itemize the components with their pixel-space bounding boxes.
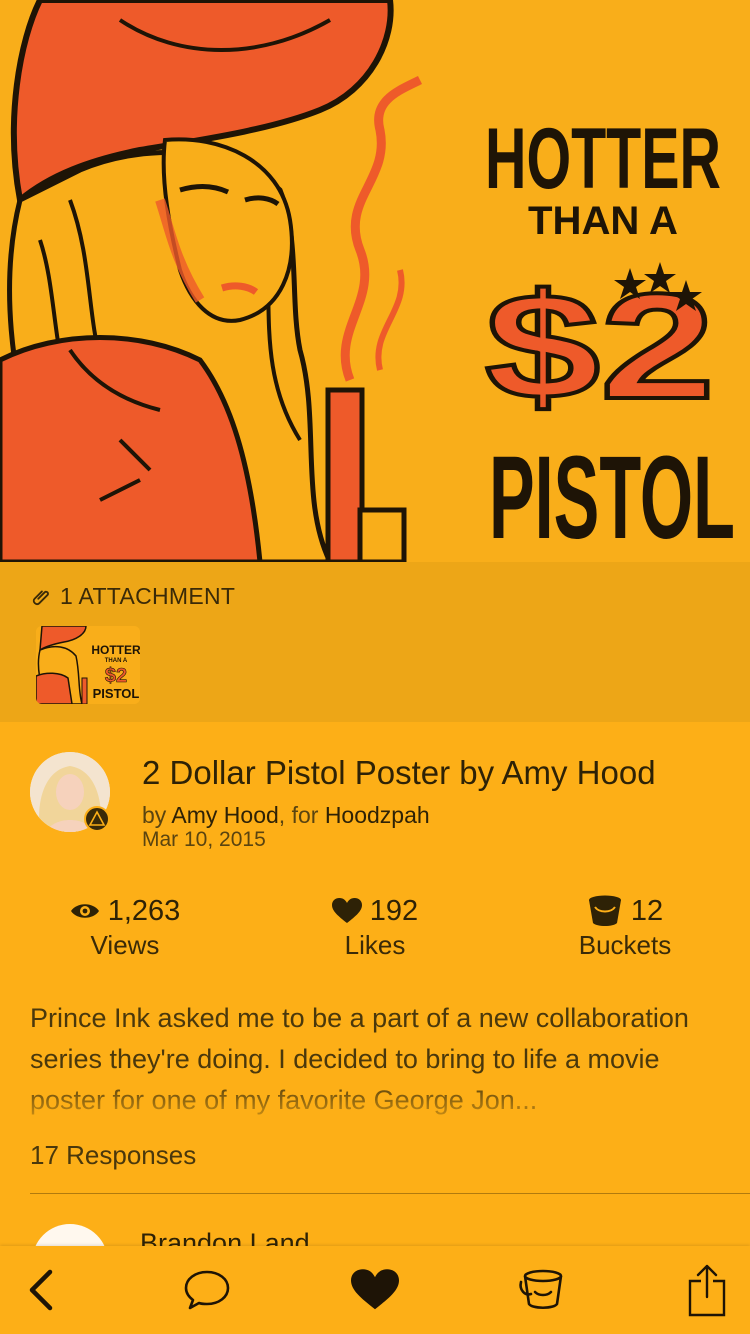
poster-text-pistol: PISTOL [489, 432, 735, 562]
svg-text:PISTOL: PISTOL [93, 686, 140, 701]
back-button[interactable] [6, 1246, 76, 1334]
buckets-count: 12 [630, 894, 664, 927]
for-prefix: , for [278, 802, 325, 828]
poster-text-than-a: THAN A [528, 199, 678, 243]
heart-icon [351, 1269, 399, 1310]
heart-icon [331, 898, 362, 923]
by-prefix: by [142, 802, 172, 828]
paperclip-icon [32, 590, 49, 606]
likes-stat[interactable]: 192 Likes [250, 892, 500, 961]
attachments-header[interactable]: 1 ATTACHMENT [30, 580, 235, 612]
poster-text-price: $2 [485, 262, 715, 430]
share-icon [688, 1264, 726, 1317]
shot-date: Mar 10, 2015 [142, 828, 266, 851]
share-button[interactable] [672, 1246, 742, 1334]
responses-count: 17 Responses [30, 1140, 197, 1170]
buckets-label: Buckets [578, 930, 672, 960]
team-badge-icon [84, 806, 110, 832]
like-button[interactable] [340, 1246, 410, 1334]
chevron-left-icon [29, 1269, 53, 1311]
comment-icon [184, 1270, 230, 1310]
attachment-thumbnail[interactable]: HOTTER THAN A $2 PISTOL [36, 626, 140, 704]
shot-image[interactable]: HOTTER THAN A $2 PISTOL [0, 0, 750, 562]
svg-text:THAN A: THAN A [105, 658, 128, 664]
likes-count: 192 [369, 894, 419, 927]
attachments-label: 1 ATTACHMENT [60, 582, 236, 609]
likes-label: Likes [344, 930, 406, 960]
bucket-icon [519, 1269, 563, 1310]
poster-illustration: HOTTER THAN A $2 PISTOL [0, 0, 750, 562]
author-link[interactable]: Amy Hood [171, 802, 278, 828]
bucket-icon [588, 895, 621, 926]
views-stat[interactable]: 1,263 Views [0, 892, 250, 961]
eye-icon [70, 904, 99, 918]
shot-byline: by Amy Hood, for Hoodzpah [142, 802, 430, 829]
svg-text:HOTTER: HOTTER [91, 643, 140, 657]
bottom-toolbar [0, 1246, 750, 1334]
team-link[interactable]: Hoodzpah [325, 802, 430, 828]
description-fade [0, 1080, 750, 1124]
shot-title: 2 Dollar Pistol Poster by Amy Hood [142, 754, 656, 791]
svg-text:$2: $2 [105, 665, 127, 687]
views-label: Views [90, 930, 160, 960]
poster-text-hotter: HOTTER [485, 111, 721, 207]
divider [30, 1193, 750, 1194]
bucket-button[interactable] [506, 1246, 576, 1334]
buckets-stat[interactable]: 12 Buckets [500, 892, 750, 961]
views-count: 1,263 [107, 894, 181, 927]
comment-button[interactable] [172, 1246, 242, 1334]
